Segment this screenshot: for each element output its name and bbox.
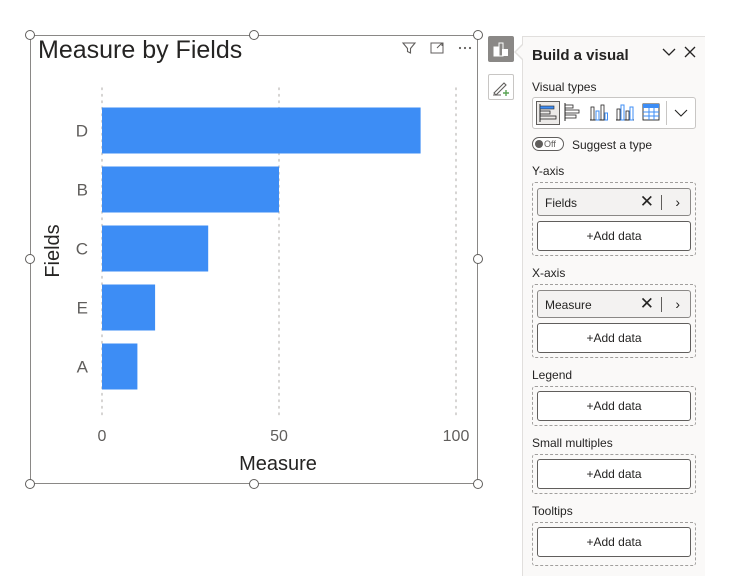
bar-E[interactable] [102,284,156,331]
tooltips-well-label: Tooltips [532,504,573,518]
pill-divider [661,195,662,210]
bar-B[interactable] [102,166,279,213]
suggest-type-label: Suggest a type [572,138,653,152]
y-axis-field-pill[interactable]: Fields ✕ › [537,188,691,216]
chevron-down-icon [674,109,688,117]
suggest-type-toggle[interactable]: Off [532,137,564,151]
toggle-state-text: Off [544,139,556,149]
y-axis-add-data-button[interactable]: +Add data [537,221,691,251]
remove-field-icon[interactable]: ✕ [640,192,654,212]
y-axis-title: Fields [42,224,64,277]
clustered-column-chart-type[interactable] [614,101,638,125]
gallery-divider [666,101,667,125]
format-visual-button[interactable] [488,74,514,100]
x-axis-well-label: X-axis [532,266,566,280]
table-visual-type[interactable] [640,101,664,125]
legend-well-label: Legend [532,368,573,382]
toggle-knob [535,140,543,148]
y-category-label: A [77,358,89,377]
clustered-column-icon [616,104,634,121]
x-tick-label: 0 [98,428,107,445]
stacked-column-chart-type[interactable] [588,101,612,125]
y-category-label: B [77,181,88,200]
x-axis-field-pill[interactable]: Measure ✕ › [537,290,691,318]
close-pane-icon[interactable] [681,44,699,64]
format-visual-icon [493,82,509,96]
y-category-label: D [76,122,88,141]
x-tick-label: 50 [270,428,288,445]
bar-C[interactable] [102,225,209,272]
build-visual-icon [493,42,508,57]
pill-divider [661,297,662,312]
y-axis-field-name: Fields [545,196,578,210]
x-axis-add-data-button[interactable]: +Add data [537,323,691,353]
pane-pointer-inner [516,45,523,59]
chevron-right-icon[interactable]: › [675,193,680,211]
y-category-label: E [77,299,88,318]
build-visual-button[interactable] [488,36,514,62]
bar-A[interactable] [102,343,138,390]
collapse-pane-icon[interactable] [660,44,678,64]
x-axis-title: Measure [239,453,317,475]
visual-types-gallery [532,97,696,129]
small-multiples-add-data-button[interactable]: +Add data [537,459,691,489]
legend-add-data-button[interactable]: +Add data [537,391,691,421]
pane-title: Build a visual [532,47,629,64]
bar-D[interactable] [102,107,421,154]
more-visual-types-button[interactable] [670,101,694,125]
y-category-label: C [76,240,88,259]
remove-field-icon[interactable]: ✕ [640,294,654,314]
table-icon [642,103,660,121]
visual-types-label: Visual types [532,80,597,94]
stacked-bar-chart-type[interactable] [562,101,586,125]
clustered-bar-chart-type[interactable] [536,101,560,125]
x-tick-label: 100 [443,428,470,445]
x-axis-field-name: Measure [545,298,592,312]
chevron-right-icon[interactable]: › [675,295,680,313]
clustered-bar-icon [539,104,557,122]
tooltips-add-data-button[interactable]: +Add data [537,527,691,557]
small-multiples-well-label: Small multiples [532,436,613,450]
stacked-bar-icon [564,103,580,121]
stacked-column-icon [590,104,608,121]
y-axis-well-label: Y-axis [532,164,565,178]
bar-chart: D B C E A 0 50 100 Measure Fields [42,87,470,475]
